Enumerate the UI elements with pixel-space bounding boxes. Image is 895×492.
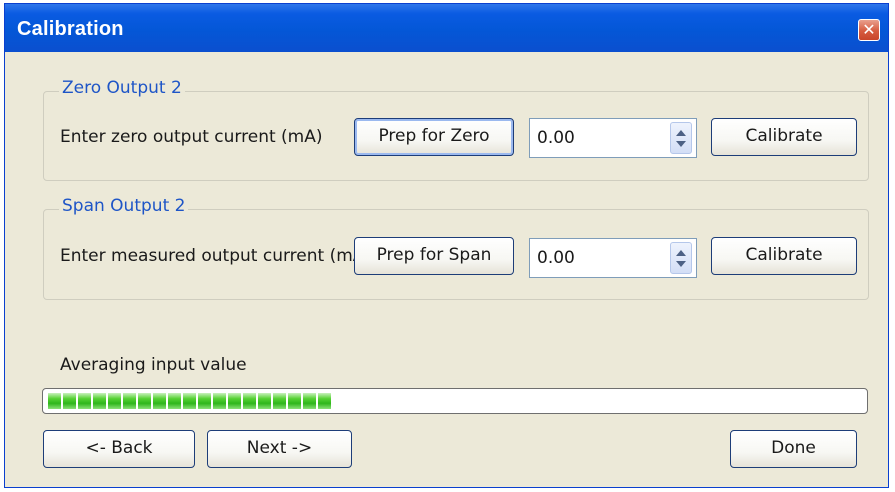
prep-for-span-button[interactable]: Prep for Span bbox=[354, 237, 514, 275]
progress-block bbox=[168, 393, 181, 409]
progress-block bbox=[288, 393, 301, 409]
window-title: Calibration bbox=[17, 18, 124, 40]
title-bar[interactable]: Calibration ✕ bbox=[5, 4, 888, 52]
spin-up-icon[interactable] bbox=[676, 250, 686, 256]
progress-block bbox=[93, 393, 106, 409]
averaging-progress-bar bbox=[42, 388, 868, 414]
zero-current-label: Enter zero output current (mA) bbox=[60, 127, 323, 147]
prep-for-zero-button[interactable]: Prep for Zero bbox=[354, 118, 514, 156]
progress-block bbox=[243, 393, 256, 409]
progress-block bbox=[198, 393, 211, 409]
calibration-dialog: Calibration ✕ Zero Output 2 Enter zero o… bbox=[4, 3, 889, 488]
progress-block bbox=[258, 393, 271, 409]
zero-output-group-title: Zero Output 2 bbox=[59, 78, 185, 98]
span-current-value[interactable]: 0.00 bbox=[537, 248, 575, 268]
progress-block bbox=[303, 393, 316, 409]
back-button[interactable]: <- Back bbox=[43, 430, 195, 468]
progress-block bbox=[138, 393, 151, 409]
progress-block bbox=[183, 393, 196, 409]
progress-block bbox=[153, 393, 166, 409]
averaging-label: Averaging input value bbox=[60, 355, 247, 375]
progress-block bbox=[318, 393, 331, 409]
span-output-group-title: Span Output 2 bbox=[59, 196, 189, 216]
next-button[interactable]: Next -> bbox=[207, 430, 352, 468]
zero-calibrate-button[interactable]: Calibrate bbox=[711, 118, 857, 156]
progress-fill bbox=[48, 393, 333, 409]
spin-down-icon[interactable] bbox=[676, 141, 686, 147]
span-current-label: Enter measured output current (mA) bbox=[60, 246, 354, 266]
progress-block bbox=[78, 393, 91, 409]
spin-up-icon[interactable] bbox=[676, 130, 686, 136]
span-spinner-arrows[interactable] bbox=[670, 242, 692, 274]
done-button[interactable]: Done bbox=[730, 430, 857, 468]
progress-block bbox=[63, 393, 76, 409]
zero-current-value[interactable]: 0.00 bbox=[537, 128, 575, 148]
span-current-input[interactable]: 0.00 bbox=[529, 238, 697, 278]
spin-down-icon[interactable] bbox=[676, 261, 686, 267]
progress-block bbox=[48, 393, 61, 409]
zero-spinner-arrows[interactable] bbox=[670, 122, 692, 154]
progress-block bbox=[228, 393, 241, 409]
span-calibrate-button[interactable]: Calibrate bbox=[711, 237, 857, 275]
progress-block bbox=[273, 393, 286, 409]
progress-block bbox=[123, 393, 136, 409]
zero-current-input[interactable]: 0.00 bbox=[529, 118, 697, 158]
close-icon[interactable]: ✕ bbox=[858, 19, 880, 41]
progress-block bbox=[213, 393, 226, 409]
progress-block bbox=[108, 393, 121, 409]
